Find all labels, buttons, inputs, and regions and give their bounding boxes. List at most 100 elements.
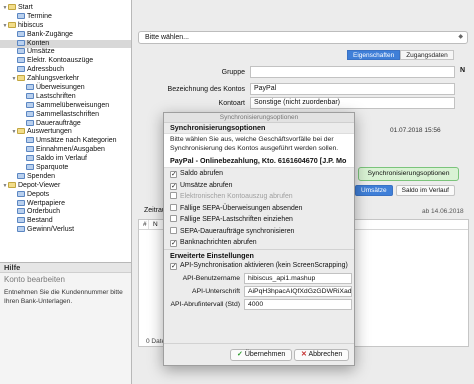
sidebar-item-adressbuch[interactable]: Adressbuch xyxy=(0,66,131,75)
sidebar-item-lastschriften[interactable]: Lastschriften xyxy=(0,92,131,102)
close-icon: ✕ xyxy=(301,351,307,358)
sync-option[interactable]: Fällige SEPA-Lastschriften einziehen xyxy=(164,214,354,226)
sidebar-item-label: Lastschriften xyxy=(36,92,76,100)
tab-eigenschaften[interactable]: Eigenschaften xyxy=(347,50,401,60)
tab-zugangsdaten[interactable]: Zugangsdaten xyxy=(400,50,454,60)
sync-option[interactable]: ✓ Banknachrichten abrufen xyxy=(164,237,354,249)
checkmark-icon: ✓ xyxy=(171,182,177,190)
sidebar-item-label: Überweisungen xyxy=(36,84,85,92)
cancel-button[interactable]: ✕ Abbrechen xyxy=(294,349,350,361)
option-label: Fällige SEPA-Überweisungen absenden xyxy=(180,204,303,212)
select-arrows-icon: ◆ xyxy=(458,34,463,40)
sidebar-item-einnahmen-ausgaben[interactable]: Einnahmen/Ausgaben xyxy=(0,146,131,155)
sync-option[interactable]: Fällige SEPA-Überweisungen absenden xyxy=(164,203,354,215)
sidebar-item-zahlungsverkehr[interactable]: ▼ Zahlungsverkehr xyxy=(0,75,131,84)
sidebar-item-label: Depots xyxy=(27,190,50,198)
option-label: Elektronischen Kontoauszug abrufen xyxy=(180,193,293,200)
option-checkbox[interactable]: ✓ xyxy=(170,171,177,178)
module-icon xyxy=(17,30,25,37)
sidebar-item-start[interactable]: ▼ Start xyxy=(0,4,131,13)
sidebar-item-sammelüberweisungen[interactable]: Sammelüberweisungen xyxy=(0,101,131,111)
sidebar-item-spenden[interactable]: Spenden xyxy=(0,172,131,182)
sidebar-item-label: Start xyxy=(18,4,33,11)
sidebar-item-label: Umsätze nach Kategorien xyxy=(36,137,117,145)
right-edge-label: N xyxy=(460,67,466,74)
tab-saldo-verlauf[interactable]: Saldo im Verlauf xyxy=(395,185,455,196)
sidebar-item-sparquote[interactable]: Sparquote xyxy=(0,164,131,173)
folder-icon xyxy=(8,181,16,188)
advanced-settings-heading: Erweiterte Einstellungen xyxy=(164,248,354,260)
sidebar-item-wertpapiere[interactable]: Wertpapiere xyxy=(0,199,131,209)
api-sync-checkbox[interactable]: ✓ xyxy=(170,262,177,270)
sidebar-item-label: Depot-Viewer xyxy=(18,181,61,189)
dialog-description: Bitte wählen Sie aus, welche Geschäftsvo… xyxy=(164,133,354,154)
option-checkbox[interactable]: ✓ xyxy=(170,182,177,190)
sync-options-button[interactable]: Synchronisierungsoptionen xyxy=(358,167,459,181)
bezeichnung-field[interactable]: PayPal xyxy=(250,83,455,95)
checkmark-icon: ✓ xyxy=(171,240,177,247)
sidebar-item-label: Einnahmen/Ausgaben xyxy=(36,146,105,154)
folder-icon xyxy=(8,21,16,28)
sidebar-item-elektr-kontoauszüge[interactable]: Elektr. Kontoauszüge xyxy=(0,57,131,66)
checkmark-icon: ✓ xyxy=(171,262,177,270)
option-label: Umsätze abrufen xyxy=(180,181,233,189)
sync-option[interactable]: SEPA-Daueraufträge synchronisieren xyxy=(164,226,354,238)
module-icon xyxy=(17,226,25,233)
module-icon xyxy=(17,66,25,73)
sidebar-item-umsätze[interactable]: Umsätze xyxy=(0,48,131,57)
sidebar-item-label: Adressbuch xyxy=(27,66,64,74)
account-select[interactable]: Bitte wählen... ◆ xyxy=(138,31,468,44)
api-sync-label: API-Synchronisation aktivieren (kein Scr… xyxy=(180,261,348,269)
tab-umsaetze[interactable]: Umsätze xyxy=(355,185,393,196)
option-checkbox[interactable] xyxy=(170,203,177,211)
sidebar-item-bestand[interactable]: Bestand xyxy=(0,217,131,226)
kontoart-select[interactable]: Sonstige (nicht zuordenbar) xyxy=(250,97,455,109)
sidebar-item-label: Bestand xyxy=(27,217,53,225)
api-username-input[interactable]: hibiscus_api1.mashup xyxy=(244,273,352,284)
apply-button[interactable]: ✓ Übernehmen xyxy=(230,349,293,361)
option-checkbox[interactable] xyxy=(170,215,177,222)
module-icon xyxy=(17,190,25,197)
sidebar-item-konten[interactable]: Konten xyxy=(0,39,131,49)
api-interval-label: API-Abrufintervall (Std) xyxy=(170,301,240,308)
sidebar-item-gewinn-verlust[interactable]: Gewinn/Verlust xyxy=(0,226,131,235)
sidebar-item-label: Sammelüberweisungen xyxy=(36,101,110,109)
sidebar-item-label: Auswertungen xyxy=(27,128,72,136)
sidebar-item-hibiscus[interactable]: ▼ hibiscus xyxy=(0,21,131,31)
sidebar-item-umsätze-nach-kategorien[interactable]: Umsätze nach Kategorien xyxy=(0,137,131,146)
api-interval-row: API-Abrufintervall (Std) 4000 xyxy=(164,299,354,312)
folder-icon xyxy=(8,4,16,10)
sidebar-item-label: Bank-Zugänge xyxy=(27,30,73,38)
sidebar-item-sammellastschriften[interactable]: Sammellastschriften xyxy=(0,110,131,120)
option-label: Fällige SEPA-Lastschriften einziehen xyxy=(180,216,293,223)
sync-option[interactable]: ✓ Saldo abrufen xyxy=(164,168,354,180)
sidebar-item-label: Saldo im Verlauf xyxy=(36,155,87,163)
sidebar-item-überweisungen[interactable]: Überweisungen xyxy=(0,84,131,93)
last-sync-date: 01.07.2018 15:56 xyxy=(390,127,441,134)
sidebar-item-orderbuch[interactable]: Orderbuch xyxy=(0,208,131,217)
module-icon xyxy=(26,101,34,108)
dialog-heading: Synchronisierungsoptionen xyxy=(164,123,354,133)
sync-option[interactable]: ✓ Umsätze abrufen xyxy=(164,180,354,192)
checkmark-icon: ✓ xyxy=(171,171,177,178)
module-icon xyxy=(17,48,25,55)
sidebar-item-daueraufträge[interactable]: Daueraufträge xyxy=(0,119,131,129)
sidebar-item-label: Termine xyxy=(27,12,52,20)
sidebar-item-auswertungen[interactable]: ▼ Auswertungen xyxy=(0,128,131,137)
option-checkbox[interactable]: ✓ xyxy=(170,240,177,247)
module-icon xyxy=(17,217,25,224)
gruppe-field[interactable] xyxy=(250,66,455,78)
dialog-titlebar[interactable]: Synchronisierungsoptionen xyxy=(164,113,354,123)
sidebar-item-saldo-im-verlauf[interactable]: Saldo im Verlauf xyxy=(0,155,131,164)
sidebar-item-depot-viewer[interactable]: ▼ Depot-Viewer xyxy=(0,181,131,191)
api-signature-input[interactable]: AiPqH3hpacAIQfXdGzGDWRiXadmV xyxy=(244,286,352,297)
option-checkbox[interactable] xyxy=(170,226,177,234)
api-sync-option[interactable]: ✓ API-Synchronisation aktivieren (kein Sc… xyxy=(164,260,354,272)
sidebar-item-bank-zugänge[interactable]: Bank-Zugänge xyxy=(0,30,131,40)
sidebar-item-depots[interactable]: Depots xyxy=(0,190,131,200)
module-icon xyxy=(26,110,34,117)
sidebar-item-termine[interactable]: Termine xyxy=(0,12,131,22)
dialog-account: PayPal - Onlinebezahlung, Kto. 616160467… xyxy=(164,154,354,168)
api-interval-input[interactable]: 4000 xyxy=(244,299,352,310)
column-header-number[interactable]: # xyxy=(139,220,149,229)
